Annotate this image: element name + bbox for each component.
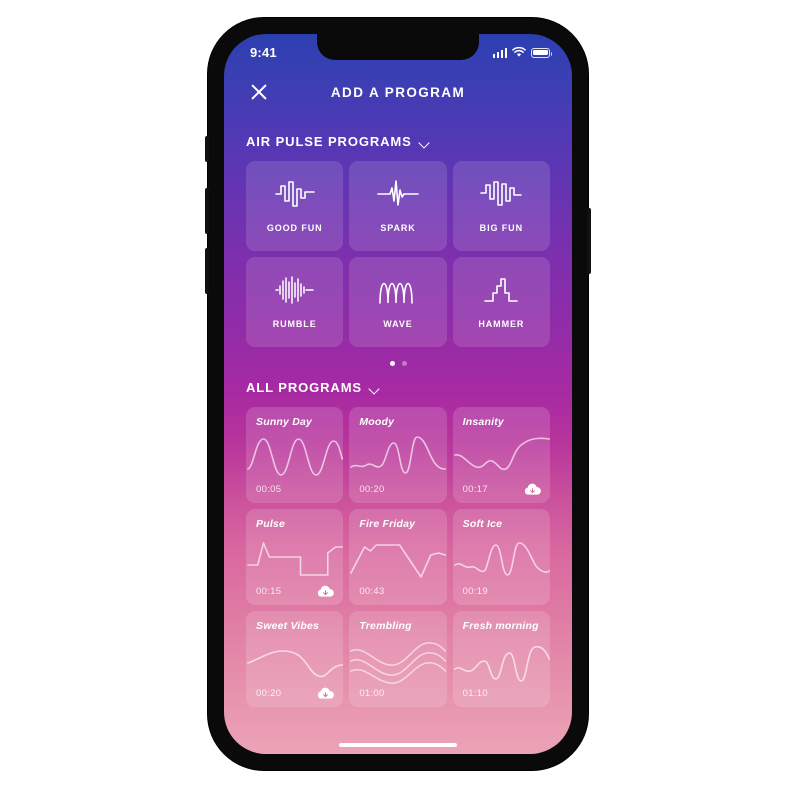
- waveform-good-fun-icon: [274, 181, 315, 207]
- program-waveform-icon: [349, 533, 446, 583]
- program-waveform-icon: [453, 533, 550, 583]
- program-name: Fresh morning: [462, 620, 539, 632]
- pagination-dot-1[interactable]: [389, 361, 395, 366]
- phone-device-frame: 9:41 ADD A PROGRAM AIR PULSE PROGRAMS GO…: [205, 18, 591, 770]
- air-pulse-tile-good-fun[interactable]: GOOD FUN: [246, 161, 344, 251]
- navigation-bar: ADD A PROGRAM: [224, 64, 572, 120]
- waveform-rumble-icon: [274, 276, 314, 304]
- air-pulse-tile-label: RUMBLE: [272, 319, 317, 329]
- cloud-download-icon[interactable]: [316, 686, 335, 701]
- all-programs-grid: Sunny Day 00:05 Moody 00:20 Insanity 00:…: [224, 407, 572, 707]
- program-duration: 00:05: [256, 484, 282, 495]
- pagination-dots[interactable]: [224, 361, 572, 366]
- waveform-big-fun-icon: [480, 181, 523, 206]
- air-pulse-tile-big-fun[interactable]: BIG FUN: [452, 161, 550, 251]
- program-name: Sweet Vibes: [256, 620, 320, 632]
- air-pulse-tile-label: GOOD FUN: [266, 223, 323, 233]
- program-name: Soft Ice: [462, 518, 503, 530]
- cloud-download-icon[interactable]: [523, 482, 542, 497]
- program-card-pulse[interactable]: Pulse 00:15: [246, 509, 344, 605]
- program-duration: 00:20: [359, 484, 385, 495]
- waveform-hammer-icon: [484, 278, 519, 302]
- air-pulse-tile-wave[interactable]: WAVE: [349, 257, 447, 347]
- home-indicator[interactable]: [339, 742, 457, 747]
- program-name: Insanity: [462, 416, 504, 428]
- program-name: Pulse: [256, 518, 286, 530]
- program-duration: 01:00: [359, 688, 385, 699]
- program-card-fresh-morning[interactable]: Fresh morning 01:10: [452, 611, 550, 707]
- program-card-moody[interactable]: Moody 00:20: [349, 407, 447, 503]
- program-name: Sunny Day: [256, 416, 313, 428]
- program-card-sweet-vibes[interactable]: Sweet Vibes 00:20: [246, 611, 344, 707]
- air-pulse-tile-spark[interactable]: SPARK: [349, 161, 447, 251]
- wifi-icon: [512, 46, 526, 57]
- air-pulse-tile-rumble[interactable]: RUMBLE: [246, 257, 344, 347]
- status-time: 9:41: [250, 44, 277, 60]
- program-name: Trembling: [359, 620, 412, 632]
- program-name: Moody: [359, 416, 395, 428]
- program-duration: 00:43: [359, 586, 385, 597]
- page-title: ADD A PROGRAM: [330, 84, 466, 100]
- program-duration: 00:20: [256, 688, 282, 699]
- all-programs-section-header[interactable]: ALL PROGRAMS: [224, 380, 572, 395]
- waveform-spark-icon: [377, 180, 419, 206]
- power-button[interactable]: [587, 208, 591, 274]
- air-pulse-tile-label: BIG FUN: [479, 223, 523, 233]
- program-card-sunny-day[interactable]: Sunny Day 00:05: [246, 407, 344, 503]
- program-duration: 00:15: [256, 586, 282, 597]
- all-programs-section-title: ALL PROGRAMS: [246, 380, 363, 395]
- chevron-down-icon[interactable]: [420, 139, 431, 146]
- air-pulse-tile-label: HAMMER: [478, 319, 525, 329]
- program-waveform-icon: [349, 431, 446, 481]
- program-waveform-icon: [350, 642, 447, 684]
- air-pulse-grid: GOOD FUN SPARK BIG FUN RUMBLE WAVE HAMME…: [224, 161, 572, 347]
- status-icons: [492, 46, 553, 58]
- chevron-down-icon[interactable]: [370, 385, 381, 392]
- phone-screen: 9:41 ADD A PROGRAM AIR PULSE PROGRAMS GO…: [224, 34, 572, 754]
- pagination-dot-2[interactable]: [401, 361, 407, 366]
- program-card-trembling[interactable]: Trembling 01:00: [349, 611, 447, 707]
- waveform-wave-icon: [379, 282, 413, 304]
- silent-switch-button[interactable]: [205, 136, 209, 162]
- program-duration: 00:17: [462, 484, 488, 495]
- program-waveform-icon: [246, 635, 343, 685]
- program-card-soft-ice[interactable]: Soft Ice 00:19: [452, 509, 550, 605]
- close-icon[interactable]: [246, 79, 272, 105]
- air-pulse-tile-hammer[interactable]: HAMMER: [452, 257, 550, 347]
- volume-down-button[interactable]: [205, 248, 209, 294]
- program-card-fire-friday[interactable]: Fire Friday 00:43: [349, 509, 447, 605]
- air-pulse-section-header[interactable]: AIR PULSE PROGRAMS: [224, 134, 572, 149]
- program-waveform-icon: [453, 431, 550, 481]
- program-duration: 01:10: [462, 688, 488, 699]
- program-name: Fire Friday: [359, 518, 416, 530]
- content-scroll-area[interactable]: AIR PULSE PROGRAMS GOOD FUN SPARK BIG FU…: [224, 120, 572, 754]
- program-waveform-icon: [453, 635, 550, 685]
- program-waveform-icon: [246, 431, 343, 481]
- cellular-signal-icon: [492, 47, 507, 58]
- cloud-download-icon[interactable]: [316, 584, 335, 599]
- program-card-insanity[interactable]: Insanity 00:17: [452, 407, 550, 503]
- air-pulse-tile-label: SPARK: [380, 223, 416, 233]
- air-pulse-tile-label: WAVE: [383, 319, 413, 329]
- battery-icon: [531, 47, 553, 58]
- program-duration: 00:19: [462, 586, 488, 597]
- volume-up-button[interactable]: [205, 188, 209, 234]
- air-pulse-section-title: AIR PULSE PROGRAMS: [246, 134, 412, 149]
- device-notch: [317, 34, 479, 60]
- program-waveform-icon: [246, 533, 343, 583]
